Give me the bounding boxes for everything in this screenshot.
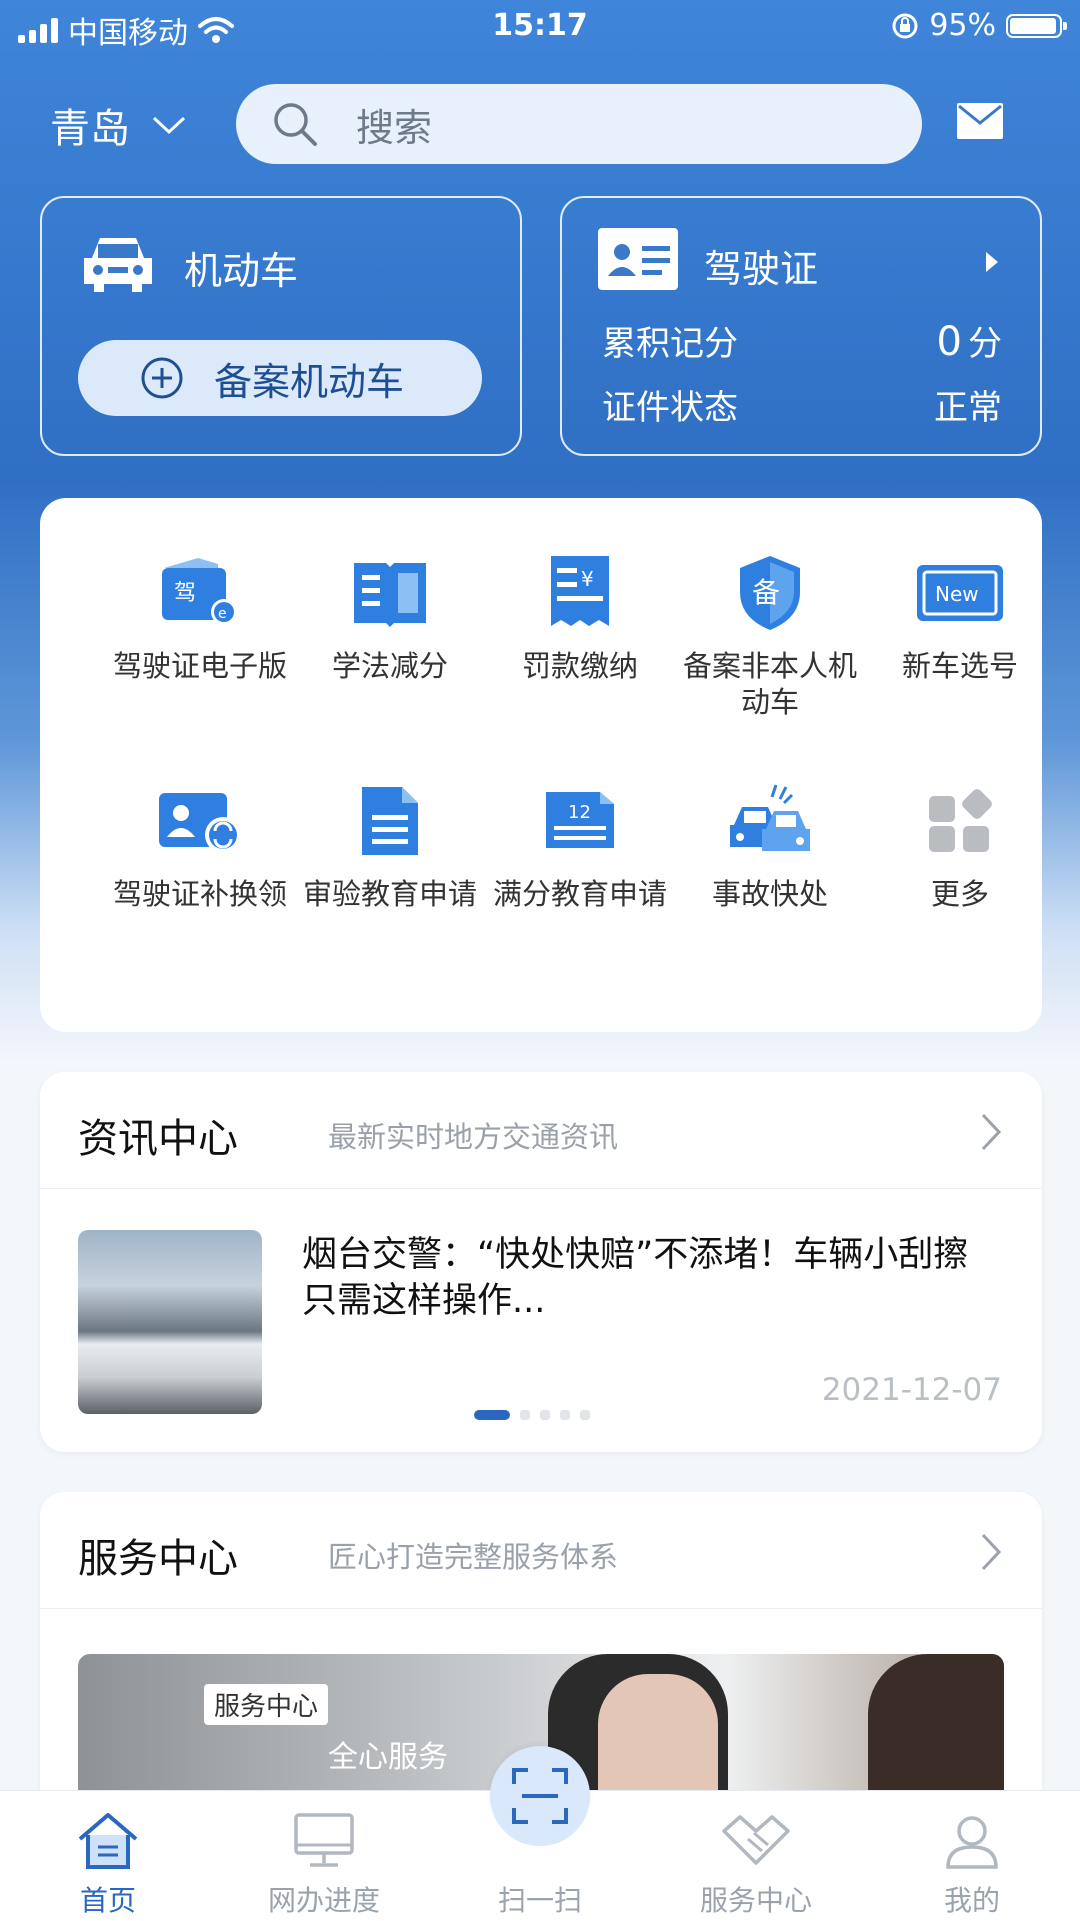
service-center-heading: 服务中心	[78, 1536, 238, 1582]
svg-text:驾: 驾	[174, 581, 196, 606]
news-article-title[interactable]: 烟台交警：“快处快赔”不添堵！车辆小刮擦只需这样操作...	[302, 1232, 1002, 1324]
service-center-header[interactable]: 服务中心 匠心打造完整服务体系	[40, 1492, 1042, 1609]
license-card-icon	[598, 228, 678, 290]
license-renew-icon	[159, 793, 241, 853]
chevron-down-icon	[152, 116, 186, 135]
tab-home[interactable]: 首页	[0, 1791, 216, 1921]
new-plate-icon: New	[917, 565, 1003, 621]
service-label: 更多	[930, 877, 989, 911]
service-label: 罚款缴纳	[521, 649, 638, 683]
service-fine-payment[interactable]: ¥ 罚款缴纳	[480, 548, 680, 684]
document-12-icon: 12	[546, 792, 614, 848]
tab-label: 我的	[943, 1884, 1000, 1917]
vehicle-title: 机动车	[184, 249, 299, 293]
handshake-icon	[722, 1815, 790, 1865]
banner-tag: 服务中心	[204, 1684, 329, 1725]
service-quick-accident[interactable]: 事故快处	[670, 776, 870, 912]
user-icon	[946, 1816, 998, 1869]
points-row: 累积记分 0分	[602, 316, 1002, 365]
points-unit: 分	[968, 324, 1002, 364]
service-label: 审验教育申请	[302, 877, 477, 911]
carousel-indicator	[474, 1410, 590, 1420]
shield-bei-icon: 备	[740, 556, 800, 630]
service-more[interactable]: 更多	[860, 776, 1060, 912]
service-label: 驾驶证补换领	[112, 877, 287, 911]
service-register-other-vehicle[interactable]: 备 备案非本人机动车	[670, 548, 870, 720]
status-label: 证件状态	[602, 388, 738, 428]
svg-text:New: New	[935, 582, 979, 606]
city-selector[interactable]: 青岛	[50, 96, 186, 154]
document-icon	[362, 787, 418, 855]
service-label: 学法减分	[331, 649, 448, 683]
home-icon	[78, 1813, 138, 1869]
news-heading: 资讯中心	[78, 1116, 238, 1162]
service-license-renew[interactable]: 驾驶证补换领	[100, 776, 300, 912]
tab-service-center[interactable]: 服务中心	[648, 1791, 864, 1921]
news-subtitle: 最新实时地方交通资讯	[328, 1120, 619, 1154]
tab-label: 首页	[79, 1884, 136, 1917]
news-thumbnail[interactable]	[78, 1230, 262, 1414]
city-name: 青岛	[50, 106, 130, 152]
service-review-education[interactable]: 审验教育申请	[290, 776, 490, 912]
service-label: 驾驶证电子版	[112, 649, 287, 683]
service-label: 满分教育申请	[492, 877, 667, 911]
car-icon	[84, 238, 152, 292]
status-value: 正常	[934, 388, 1002, 428]
tab-label: 网办进度	[267, 1884, 380, 1917]
receipt-yen-icon: ¥	[551, 556, 609, 626]
service-label: 新车选号	[901, 649, 1018, 683]
service-label: 事故快处	[711, 877, 828, 911]
news-article-date: 2021-12-07	[821, 1372, 1002, 1408]
chevron-right-icon	[981, 1533, 1002, 1571]
tab-mine[interactable]: 我的	[864, 1791, 1080, 1921]
battery-percent: 95%	[929, 8, 996, 43]
e-license-icon: 驾 e	[162, 558, 237, 625]
status-row: 证件状态 正常	[602, 380, 1002, 429]
news-center: 资讯中心 最新实时地方交通资讯 烟台交警：“快处快赔”不添堵！车辆小刮擦只需这样…	[40, 1072, 1042, 1452]
service-full-score-education[interactable]: 12 满分教育申请	[480, 776, 680, 912]
service-center-subtitle: 匠心打造完整服务体系	[328, 1540, 619, 1574]
vehicle-card[interactable]: 机动车 备案机动车	[40, 196, 522, 456]
service-label: 备案非本人机动车	[682, 649, 857, 719]
register-vehicle-label: 备案机动车	[214, 359, 405, 404]
monitor-icon	[294, 1813, 354, 1867]
battery-icon	[1006, 13, 1067, 38]
tab-label: 扫一扫	[497, 1884, 582, 1917]
service-e-license[interactable]: 驾 e 驾驶证电子版	[100, 548, 300, 684]
points-label: 累积记分	[602, 324, 738, 364]
tab-progress[interactable]: 网办进度	[216, 1791, 432, 1921]
points-value: 0	[936, 319, 962, 365]
search-icon	[274, 103, 317, 146]
search-bar[interactable]: 搜索	[236, 84, 922, 164]
car-accident-icon	[730, 784, 810, 851]
book-icon	[354, 563, 426, 627]
scan-icon	[512, 1768, 568, 1824]
status-bar: 中国移动 15:17 95%	[0, 0, 1080, 56]
chevron-right-icon	[981, 1113, 1002, 1151]
mail-icon[interactable]	[956, 102, 1004, 140]
svg-text:12: 12	[568, 802, 591, 823]
tab-label: 服务中心	[699, 1884, 812, 1917]
services-grid: 驾 e 驾驶证电子版 学法减分 ¥ 罚款缴纳 备 备案非本人机动车 New 新车…	[40, 498, 1042, 1032]
svg-text:备: 备	[752, 576, 780, 609]
news-header[interactable]: 资讯中心 最新实时地方交通资讯	[40, 1072, 1042, 1189]
rotation-lock-icon	[892, 13, 918, 38]
banner-tagline: 全心服务	[328, 1740, 448, 1775]
svg-text:¥: ¥	[581, 567, 594, 591]
search-placeholder: 搜索	[356, 105, 433, 150]
license-title: 驾驶证	[704, 247, 819, 291]
chevron-right-icon	[986, 252, 998, 272]
service-study-law[interactable]: 学法减分	[290, 548, 490, 684]
svg-text:e: e	[218, 606, 227, 622]
scan-button[interactable]	[490, 1746, 590, 1846]
register-vehicle-button[interactable]: 备案机动车	[78, 340, 482, 416]
more-grid-icon	[929, 789, 992, 852]
service-new-plate[interactable]: New 新车选号	[860, 548, 1060, 684]
license-card[interactable]: 驾驶证 累积记分 0分 证件状态 正常	[560, 196, 1042, 456]
plus-circle-icon	[141, 357, 183, 399]
